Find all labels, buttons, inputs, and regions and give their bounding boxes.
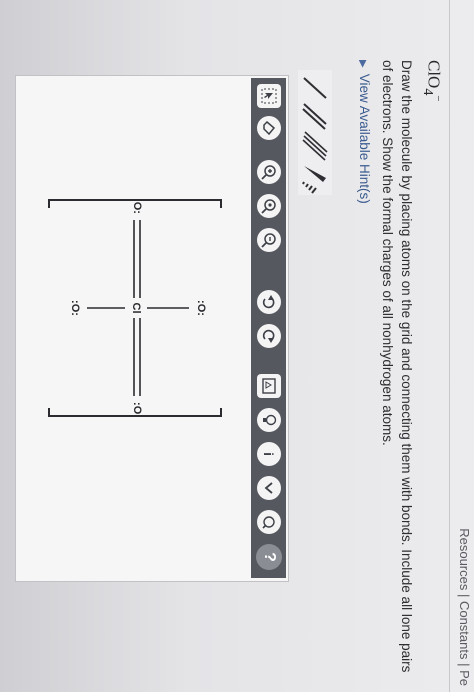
expand-triangle-icon: ▶ xyxy=(357,60,368,68)
hint-label: View Available Hint(s) xyxy=(357,73,372,204)
bond-cl-o-left[interactable] xyxy=(133,220,141,298)
hash-bond-tool[interactable] xyxy=(302,181,317,194)
molecule-formula: ClO4− xyxy=(419,60,444,102)
double-bond-tool[interactable] xyxy=(302,103,327,130)
zoom-reset-icon[interactable] xyxy=(257,194,281,218)
page-background: Resources | Constants | Pe ClO4− Draw th… xyxy=(0,0,474,692)
wedge-bond-tool[interactable] xyxy=(304,166,326,182)
editor-toolbar: i ? xyxy=(251,78,286,578)
info-icon[interactable]: i xyxy=(257,442,281,466)
oxygen-atom-top[interactable]: :O: xyxy=(195,300,207,316)
oxygen-atom-left[interactable]: :O: xyxy=(131,198,143,214)
fullscreen-icon[interactable] xyxy=(257,510,281,534)
zoom-out-icon[interactable] xyxy=(257,228,281,252)
select-icon[interactable] xyxy=(257,84,281,108)
rotated-content: Resources | Constants | Pe ClO4− Draw th… xyxy=(0,0,474,692)
breadcrumb[interactable]: Resources | Constants | Pe xyxy=(457,528,472,686)
formula-main: ClO xyxy=(424,60,444,89)
top-bar: Resources | Constants | Pe xyxy=(449,0,474,692)
lightbulb-icon[interactable] xyxy=(257,408,281,432)
undo-icon[interactable] xyxy=(257,290,281,314)
view-hints-link[interactable]: ▶ View Available Hint(s) xyxy=(357,60,372,204)
bond-tool-palette xyxy=(298,70,332,195)
redo-icon[interactable] xyxy=(257,324,281,348)
formula-charge: − xyxy=(432,95,444,102)
oxygen-atom-right[interactable]: :O: xyxy=(131,402,143,418)
chlorine-atom[interactable]: Cl xyxy=(130,303,142,314)
eraser-icon[interactable] xyxy=(257,116,281,140)
bond-cl-o-right[interactable] xyxy=(133,318,141,396)
oxygen-atom-bottom[interactable]: :O: xyxy=(69,300,81,316)
triple-bond-tool[interactable] xyxy=(302,131,328,161)
molecule-canvas[interactable]: Cl :O: :O: :O: :O: xyxy=(19,78,251,578)
help-icon[interactable]: ? xyxy=(256,544,282,570)
question-instruction: Draw the molecule by placing atoms on th… xyxy=(380,60,414,673)
expand-icon[interactable] xyxy=(257,476,281,500)
single-bond-tool[interactable] xyxy=(303,77,327,99)
template-icon[interactable] xyxy=(257,374,281,398)
zoom-in-icon[interactable] xyxy=(257,160,281,184)
